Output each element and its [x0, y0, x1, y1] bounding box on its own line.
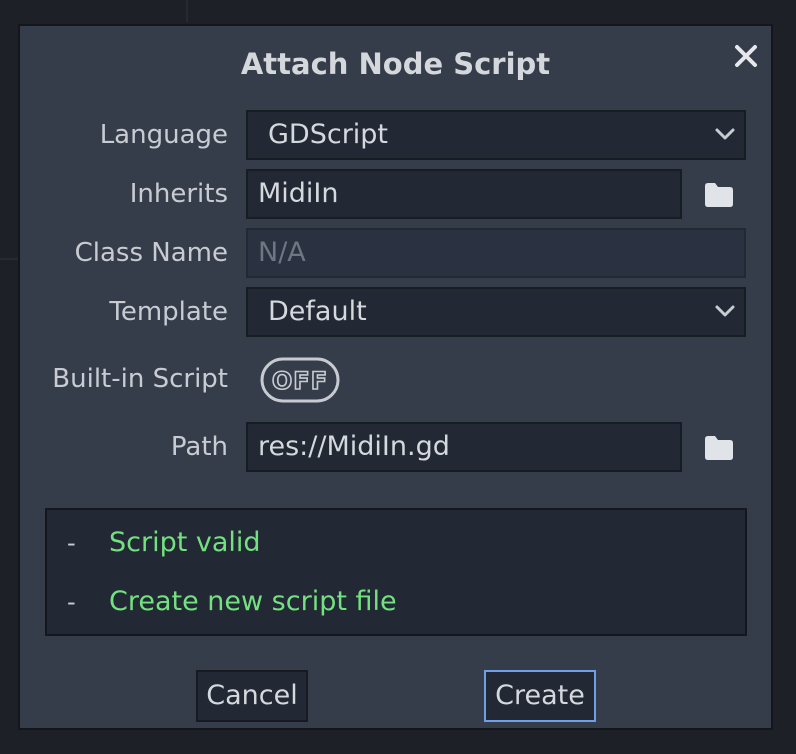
status-item: - Create new script file	[47, 585, 745, 619]
path-label: Path	[170, 432, 228, 462]
backdrop-divider	[0, 258, 18, 260]
chevron-down-icon	[715, 305, 735, 317]
class-name-placeholder: N/A	[258, 237, 306, 268]
path-input[interactable]: res://MidiIn.gd	[246, 422, 682, 472]
status-text: Script valid	[109, 527, 261, 558]
status-item: - Script valid	[47, 526, 745, 560]
chevron-down-icon	[715, 128, 735, 140]
path-browse-button[interactable]	[702, 433, 736, 463]
status-text: Create new script file	[109, 586, 397, 617]
folder-icon	[705, 183, 733, 207]
close-button[interactable]	[726, 36, 766, 76]
toggle-state-text: OFF	[272, 367, 328, 395]
language-label: Language	[99, 120, 228, 150]
path-value: res://MidiIn.gd	[258, 431, 450, 462]
create-button[interactable]: Create	[484, 670, 596, 722]
dialog-title: Attach Node Script	[240, 47, 551, 81]
folder-icon	[705, 436, 733, 460]
status-panel: - Script valid - Create new script file	[45, 508, 747, 636]
template-value: Default	[268, 296, 367, 327]
status-bullet: -	[67, 588, 76, 616]
inherits-label: Inherits	[129, 179, 228, 209]
template-select[interactable]: Default	[246, 287, 746, 337]
close-icon	[735, 45, 757, 67]
status-bullet: -	[67, 529, 76, 557]
backdrop-divider	[186, 0, 188, 22]
template-label: Template	[109, 297, 228, 327]
inherits-input[interactable]: MidiIn	[246, 169, 682, 219]
cancel-button[interactable]: Cancel	[196, 670, 308, 722]
builtin-script-toggle[interactable]: OFF	[260, 356, 340, 404]
attach-node-script-dialog: Attach Node Script Language GDScript Inh…	[18, 24, 773, 730]
inherits-browse-button[interactable]	[702, 180, 736, 210]
class-name-label: Class Name	[74, 238, 228, 268]
inherits-value: MidiIn	[258, 178, 339, 209]
builtin-script-label: Built-in Script	[52, 364, 228, 394]
language-select[interactable]: GDScript	[246, 110, 746, 160]
class-name-input[interactable]: N/A	[246, 228, 746, 278]
language-value: GDScript	[268, 119, 389, 150]
